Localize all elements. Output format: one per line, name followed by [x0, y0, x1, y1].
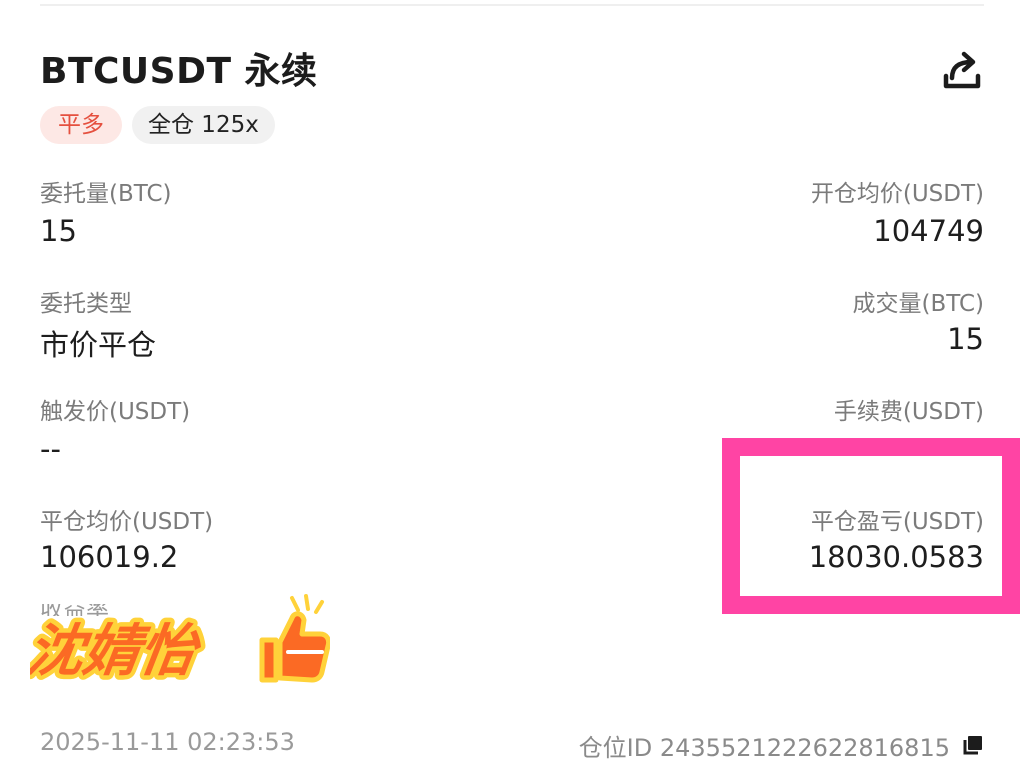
order-qty-value: 15: [40, 214, 77, 248]
contract-title: BTCUSDT 永续: [40, 51, 318, 92]
fee-label: 手续费(USDT): [833, 399, 984, 425]
tag-row: 平多 全仓 125x: [40, 106, 275, 144]
order-qty-label: 委托量(BTC): [40, 181, 172, 207]
order-type-value: 市价平仓: [40, 328, 157, 362]
position-id: 仓位ID 2435521222622816815: [578, 734, 950, 762]
share-icon[interactable]: [940, 50, 984, 90]
close-avg-price-label: 平仓均价(USDT): [40, 509, 214, 535]
sticker-text: 沈婧怡: [30, 619, 206, 684]
margin-leverage-tag: 全仓 125x: [132, 106, 275, 144]
highlight-box: [722, 438, 1020, 614]
trigger-price-value: --: [40, 432, 61, 466]
open-avg-price-value: 104749: [873, 214, 984, 248]
order-timestamp: 2025-11-11 02:23:53: [40, 728, 295, 756]
name-sticker: 沈婧怡: [30, 594, 330, 688]
side-tag: 平多: [40, 106, 122, 144]
top-divider: [40, 4, 984, 6]
close-avg-price-value: 106019.2: [40, 540, 179, 574]
copy-icon[interactable]: [960, 734, 984, 758]
filled-qty-value: 15: [947, 322, 984, 356]
thumbs-up-icon: [259, 594, 330, 683]
trigger-price-label: 触发价(USDT): [40, 399, 191, 425]
filled-qty-label: 成交量(BTC): [852, 291, 985, 317]
position-id-row: 仓位ID 2435521222622816815: [579, 728, 984, 763]
order-type-label: 委托类型: [40, 291, 132, 317]
open-avg-price-label: 开仓均价(USDT): [810, 181, 984, 207]
